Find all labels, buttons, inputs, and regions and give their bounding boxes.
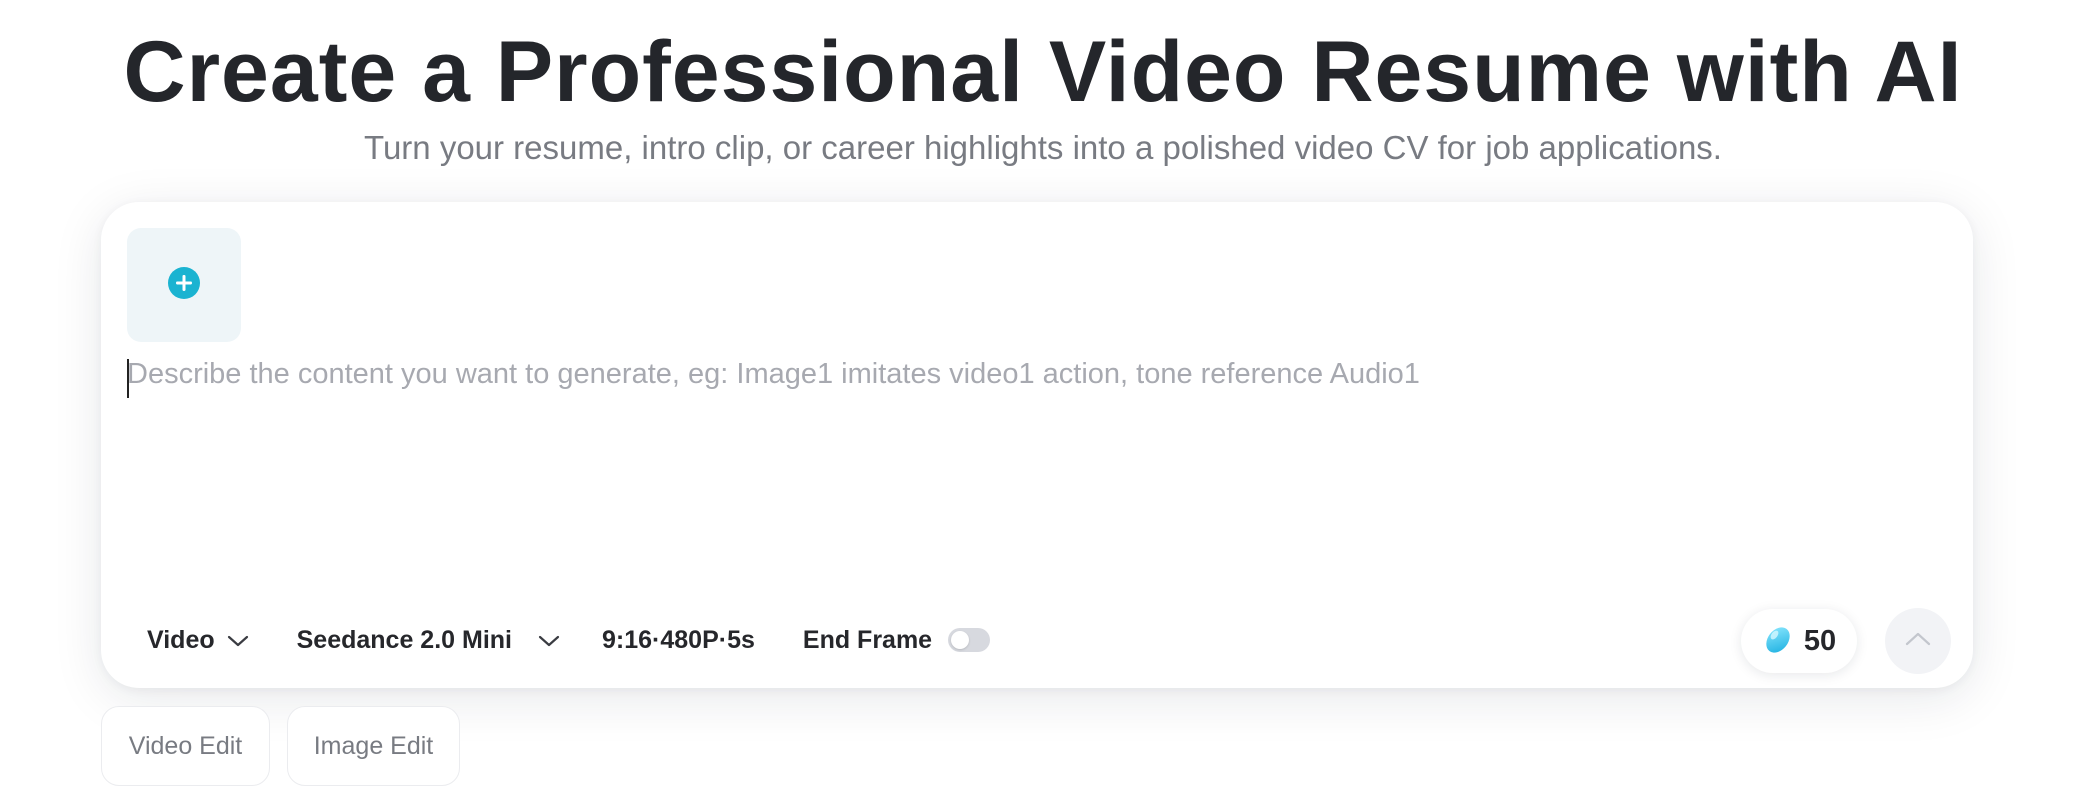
mode-dropdown-label: Video <box>147 625 215 654</box>
prompt-input[interactable] <box>127 354 1947 554</box>
credits-balance[interactable]: 50 <box>1741 609 1857 673</box>
chevron-up-icon <box>1905 631 1931 652</box>
credits-value: 50 <box>1803 624 1837 657</box>
composer-toolbar: Video Seedance 2.0 Mini 9:16·480P·5s End… <box>147 618 991 662</box>
submit-button[interactable] <box>1885 608 1951 674</box>
model-dropdown[interactable]: Seedance 2.0 Mini <box>297 626 560 655</box>
chevron-down-icon <box>227 626 249 655</box>
toggle-knob <box>951 631 970 649</box>
end-frame-label: End Frame <box>802 625 933 654</box>
model-dropdown-label: Seedance 2.0 Mini <box>296 625 512 654</box>
upload-reference-button[interactable] <box>127 228 241 342</box>
video-specs-selector[interactable]: 9:16·480P·5s <box>602 626 755 655</box>
mode-dropdown[interactable]: Video <box>147 626 249 655</box>
page-title: Create a Professional Video Resume with … <box>123 24 1963 120</box>
video-specs-label: 9:16·480P·5s <box>602 625 755 654</box>
bean-credit-icon <box>1762 623 1794 660</box>
page-subtitle: Turn your resume, intro clip, or career … <box>364 129 1722 166</box>
image-edit-chip[interactable]: Image Edit <box>287 706 460 786</box>
end-frame-setting: End Frame <box>802 625 991 655</box>
text-caret <box>127 359 129 398</box>
plus-circle-icon <box>167 266 201 305</box>
prompt-composer: Video Seedance 2.0 Mini 9:16·480P·5s End… <box>101 202 1973 688</box>
end-frame-toggle[interactable] <box>948 628 991 652</box>
chevron-down-icon <box>538 626 560 655</box>
video-edit-chip[interactable]: Video Edit <box>101 706 270 786</box>
